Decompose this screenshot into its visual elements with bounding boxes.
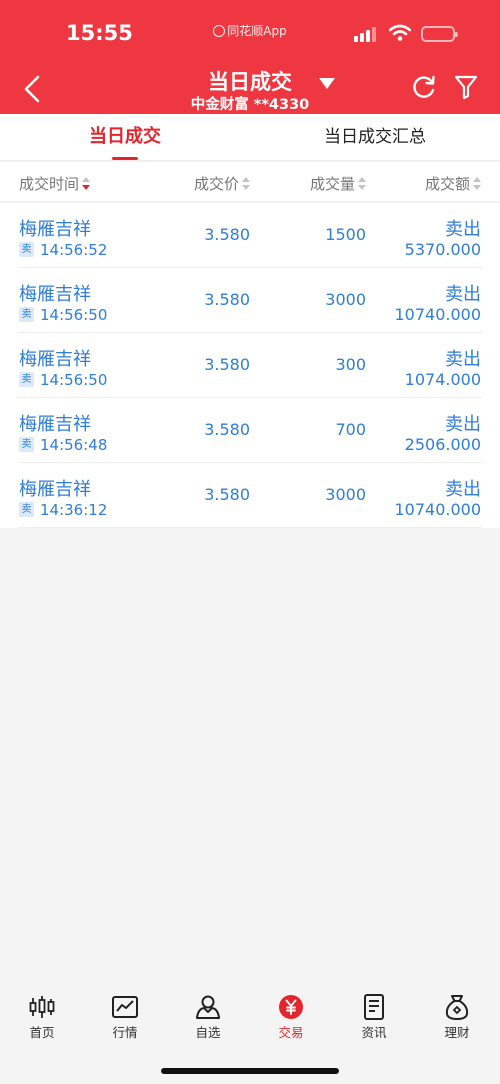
trade-amount: 10740.000 [394, 500, 481, 519]
trade-qty: 300 [335, 355, 366, 374]
table-row[interactable]: 梅雁吉祥 卖 14:56:52 3.580 1500 卖出 5370.000 [0, 203, 500, 268]
filter-icon[interactable] [453, 74, 479, 100]
trade-amount: 1074.000 [404, 370, 481, 389]
trade-time: 14:56:48 [40, 436, 108, 454]
trade-qty: 3000 [325, 290, 366, 309]
tabbar-label: 行情 [112, 1025, 138, 1040]
trade-side: 卖出 [445, 349, 481, 370]
trade-list: 梅雁吉祥 卖 14:56:52 3.580 1500 卖出 5370.000 梅… [0, 203, 500, 528]
tabbar-label: 交易 [278, 1025, 304, 1040]
line-chart-icon [112, 996, 138, 1018]
home-indicator[interactable] [161, 1068, 339, 1074]
trade-price: 3.580 [204, 420, 250, 439]
tabbar-item-home[interactable]: 首页 [0, 994, 84, 1041]
trade-time: 14:56:50 [40, 306, 108, 324]
stock-name: 梅雁吉祥 [19, 349, 91, 370]
money-bag-icon [445, 995, 469, 1020]
battery-icon [421, 26, 458, 42]
trade-price: 3.580 [204, 485, 250, 504]
top-header: 15:55 同花顺App 当日成交 中金财富 **4330 [0, 0, 500, 114]
column-amount[interactable]: 成交额 [425, 173, 481, 194]
column-price[interactable]: 成交价 [194, 173, 250, 194]
table-row[interactable]: 梅雁吉祥 卖 14:56:48 3.580 700 卖出 2506.000 [0, 398, 500, 463]
tabbar-label: 资讯 [361, 1025, 387, 1040]
wifi-icon [389, 24, 411, 41]
column-qty[interactable]: 成交量 [310, 173, 366, 194]
trade-time: 14:36:12 [40, 501, 108, 519]
trade-price: 3.580 [204, 290, 250, 309]
sort-icon [358, 177, 366, 191]
tabbar-label: 首页 [29, 1025, 55, 1040]
trade-qty: 700 [335, 420, 366, 439]
sell-badge: 卖 [19, 437, 34, 452]
tabbar-label: 自选 [195, 1025, 221, 1040]
trade-amount: 2506.000 [404, 435, 481, 454]
sort-icon [242, 177, 250, 191]
yuan-icon [279, 995, 303, 1019]
candlestick-icon [29, 996, 55, 1018]
column-time[interactable]: 成交时间 [19, 173, 91, 194]
trade-price: 3.580 [204, 355, 250, 374]
tab-today-trades-summary[interactable]: 当日成交汇总 [300, 114, 450, 160]
sell-badge: 卖 [19, 307, 34, 322]
app-icon [213, 25, 226, 37]
tabbar-item-trade[interactable]: 交易 [249, 994, 333, 1041]
trade-side: 卖出 [445, 479, 481, 500]
active-tab-indicator [112, 157, 138, 160]
tab-bar: 当日成交 当日成交汇总 [0, 114, 500, 161]
trade-qty: 1500 [325, 225, 366, 244]
sell-badge: 卖 [19, 242, 34, 257]
trade-price: 3.580 [204, 225, 250, 244]
trade-time: 14:56:50 [40, 371, 108, 389]
table-row[interactable]: 梅雁吉祥 卖 14:56:50 3.580 3000 卖出 10740.000 [0, 268, 500, 333]
tab-today-trades[interactable]: 当日成交 [60, 114, 190, 160]
trade-qty: 3000 [325, 485, 366, 504]
stock-name: 梅雁吉祥 [19, 284, 91, 305]
column-header: 成交时间 成交价 成交量 成交额 [0, 162, 500, 202]
trade-time: 14:56:52 [40, 241, 108, 259]
tabbar-item-wealth[interactable]: 理财 [415, 994, 499, 1041]
person-icon [196, 995, 220, 1019]
table-row[interactable]: 梅雁吉祥 卖 14:36:12 3.580 3000 卖出 10740.000 [0, 463, 500, 528]
dropdown-triangle-icon[interactable] [319, 78, 335, 89]
stock-name: 梅雁吉祥 [19, 414, 91, 435]
sell-badge: 卖 [19, 372, 34, 387]
tabbar-item-market[interactable]: 行情 [83, 994, 167, 1041]
trade-amount: 10740.000 [394, 305, 481, 324]
trade-side: 卖出 [445, 414, 481, 435]
refresh-icon[interactable] [411, 74, 437, 100]
tabbar-item-news[interactable]: 资讯 [332, 994, 416, 1041]
table-row[interactable]: 梅雁吉祥 卖 14:56:50 3.580 300 卖出 1074.000 [0, 333, 500, 398]
stock-name: 梅雁吉祥 [19, 479, 91, 500]
stock-name: 梅雁吉祥 [19, 219, 91, 240]
trade-amount: 5370.000 [404, 240, 481, 259]
signal-icon [354, 26, 378, 42]
tabbar-label: 理财 [444, 1025, 470, 1040]
tabbar-item-watchlist[interactable]: 自选 [166, 994, 250, 1041]
sort-desc-icon [82, 177, 91, 191]
sort-icon [473, 177, 481, 191]
status-app-name: 同花顺App [227, 24, 287, 38]
document-icon [364, 994, 384, 1020]
trade-side: 卖出 [445, 219, 481, 240]
sell-badge: 卖 [19, 502, 34, 517]
trade-side: 卖出 [445, 284, 481, 305]
